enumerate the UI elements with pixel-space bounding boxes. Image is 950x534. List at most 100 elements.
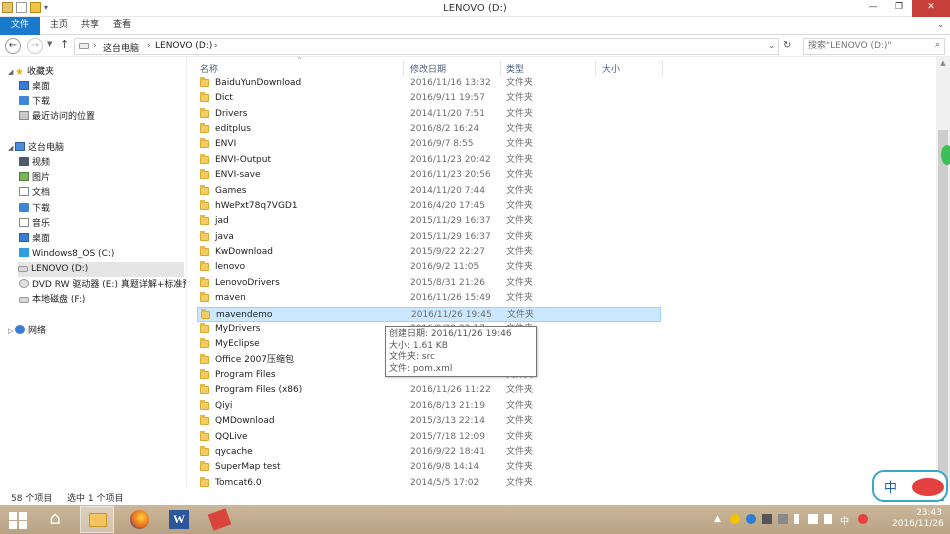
address-bar[interactable]: › 这台电脑 › LENOVO (D:) › ⌄ xyxy=(74,38,779,55)
network-icon xyxy=(15,325,25,334)
scrollbar-thumb[interactable] xyxy=(938,130,948,500)
battery-icon[interactable] xyxy=(794,514,799,524)
file-row[interactable]: editplus 2016/8/2 16:24 文件夹 xyxy=(197,122,661,137)
back-button[interactable]: ← xyxy=(5,38,21,54)
nav-fav-downloads[interactable]: 下载 xyxy=(19,95,50,110)
word-icon[interactable]: W xyxy=(164,506,194,533)
file-row[interactable]: QMDownload 2015/3/13 22:14 文件夹 xyxy=(197,414,661,429)
nav-this-pc[interactable]: 这台电脑 xyxy=(15,141,64,156)
nav-downloads[interactable]: 下载 xyxy=(19,202,50,217)
file-row[interactable]: KwDownload 2015/9/22 22:27 文件夹 xyxy=(197,245,661,260)
maximize-button[interactable]: ❐ xyxy=(886,0,912,17)
tab-share[interactable]: 共享 xyxy=(73,17,107,35)
file-row[interactable]: hWePxt78q7VGD1 2016/4/20 17:45 文件夹 xyxy=(197,199,661,214)
file-row[interactable]: ENVI-Output 2016/11/23 20:42 文件夹 xyxy=(197,153,661,168)
column-separator[interactable] xyxy=(595,60,596,76)
nav-videos[interactable]: 视频 xyxy=(19,156,50,171)
sogou-ime-icon[interactable] xyxy=(858,514,868,524)
column-name[interactable]: 名称 xyxy=(200,57,218,77)
file-date: 2015/7/18 12:09 xyxy=(410,431,485,442)
file-row[interactable]: LenovoDrivers 2015/8/31 21:26 文件夹 xyxy=(197,276,661,291)
network-status-icon[interactable] xyxy=(808,514,818,524)
vertical-scrollbar[interactable]: ▲ ▼ xyxy=(936,57,950,500)
ime-floating-badge[interactable]: 中 xyxy=(872,470,948,502)
tray-app-icon[interactable] xyxy=(746,514,756,524)
refresh-icon[interactable]: ↻ xyxy=(783,40,791,51)
file-row[interactable]: BaiduYunDownload 2016/11/16 13:32 文件夹 xyxy=(197,76,661,91)
file-name: hWePxt78q7VGD1 xyxy=(215,200,298,211)
file-row[interactable]: Tomcat6.0 2014/5/5 17:02 文件夹 xyxy=(197,476,661,487)
clock[interactable]: 23:43 2016/11/26 xyxy=(892,508,944,530)
file-row[interactable]: Dict 2016/9/11 19:57 文件夹 xyxy=(197,91,661,106)
search-input[interactable] xyxy=(804,39,922,53)
expand-network-icon[interactable]: ▷ xyxy=(8,327,13,335)
nav-network[interactable]: 网络 xyxy=(15,324,46,339)
column-size[interactable]: 大小 xyxy=(602,57,620,77)
folder-icon xyxy=(200,138,209,149)
folder-icon xyxy=(200,476,209,487)
nav-desktop[interactable]: 桌面 xyxy=(19,232,50,247)
tray-app-icon[interactable] xyxy=(778,514,788,524)
forward-button[interactable]: → xyxy=(27,38,43,54)
file-date: 2016/9/7 8:55 xyxy=(410,139,474,150)
recent-locations-dropdown[interactable]: ▼ xyxy=(47,40,52,48)
collapse-this-pc-icon[interactable]: ◢ xyxy=(8,144,13,152)
show-hidden-icons-icon[interactable]: ▲ xyxy=(714,514,721,524)
column-separator[interactable] xyxy=(500,60,501,76)
search-icon[interactable]: ⌕ xyxy=(935,40,940,50)
nav-drive-c[interactable]: Windows8_OS (C:) xyxy=(19,247,114,262)
app-icon[interactable] xyxy=(204,506,234,533)
nav-pictures[interactable]: 图片 xyxy=(19,171,50,186)
file-row[interactable]: ENVI 2016/9/7 8:55 文件夹 xyxy=(197,137,661,152)
nav-music[interactable]: 音乐 xyxy=(19,217,50,232)
breadcrumb-lenovo-d[interactable]: LENOVO (D:) xyxy=(155,41,212,51)
volume-icon[interactable] xyxy=(824,514,832,524)
file-row[interactable]: mavendemo 2016/11/26 19:45 文件夹 xyxy=(197,306,661,322)
file-row[interactable]: java 2015/11/29 16:37 文件夹 xyxy=(197,230,661,245)
file-row[interactable]: Drivers 2014/11/20 7:51 文件夹 xyxy=(197,107,661,122)
file-row[interactable]: Program Files (x86) 2016/11/26 11:22 文件夹 xyxy=(197,383,661,398)
file-row[interactable]: lenovo 2016/9/2 11:05 文件夹 xyxy=(197,260,661,275)
file-row[interactable]: SuperMap test 2016/9/8 14:14 文件夹 xyxy=(197,460,661,475)
column-type[interactable]: 类型 xyxy=(506,57,524,77)
ie-icon[interactable]: ⌂ xyxy=(40,506,70,533)
search-box[interactable]: ⌕ xyxy=(803,38,945,55)
file-row[interactable]: ENVI-save 2016/11/23 20:56 文件夹 xyxy=(197,168,661,183)
monitor-icon[interactable] xyxy=(762,514,772,524)
ime-indicator[interactable]: 中 xyxy=(840,514,849,527)
file-row[interactable]: maven 2016/11/26 15:49 文件夹 xyxy=(197,291,661,306)
tab-view[interactable]: 查看 xyxy=(105,17,139,35)
file-row[interactable]: qycache 2016/9/22 18:41 文件夹 xyxy=(197,445,661,460)
file-row[interactable]: Games 2014/11/20 7:44 文件夹 xyxy=(197,184,661,199)
nav-drive-f[interactable]: 本地磁盘 (F:) xyxy=(19,293,85,308)
collapse-favorites-icon[interactable]: ◢ xyxy=(8,68,13,76)
column-separator[interactable] xyxy=(662,60,663,76)
minimize-button[interactable]: — xyxy=(860,0,886,17)
nav-fav-desktop[interactable]: 桌面 xyxy=(19,80,50,95)
address-dropdown-icon[interactable]: ⌄ xyxy=(768,41,775,50)
file-explorer-icon[interactable] xyxy=(80,506,114,533)
column-date[interactable]: 修改日期 xyxy=(410,57,446,77)
file-row[interactable]: QQLive 2015/7/18 12:09 文件夹 xyxy=(197,430,661,445)
file-row[interactable]: jad 2015/11/29 16:37 文件夹 xyxy=(197,214,661,229)
nav-dvd-e[interactable]: DVD RW 驱动器 (E:) 真题详解+标准预 xyxy=(19,278,186,293)
tray-app-icon[interactable] xyxy=(730,514,740,524)
chevron-down-icon[interactable]: ⌄ xyxy=(937,20,944,29)
nav-fav-recent[interactable]: 最近访问的位置 xyxy=(19,110,95,125)
file-row[interactable]: Qiyi 2016/8/13 21:19 文件夹 xyxy=(197,399,661,414)
file-name: qycache xyxy=(215,446,253,457)
breadcrumb-this-pc[interactable]: 这台电脑 xyxy=(103,41,139,54)
scroll-up-icon[interactable]: ▲ xyxy=(936,59,950,67)
file-name: Drivers xyxy=(215,108,248,119)
firefox-icon[interactable] xyxy=(124,506,154,533)
start-icon[interactable] xyxy=(6,506,30,533)
close-button[interactable]: ✕ xyxy=(912,0,950,17)
nav-favorites[interactable]: ★ 收藏夹 xyxy=(15,65,54,80)
nav-documents[interactable]: 文档 xyxy=(19,186,50,201)
floating-plus-icon[interactable] xyxy=(941,145,950,165)
nav-drive-d[interactable]: LENOVO (D:) xyxy=(18,262,184,277)
column-separator[interactable] xyxy=(403,60,404,76)
tab-file[interactable]: 文件 xyxy=(0,17,40,35)
up-button[interactable]: ↑ xyxy=(60,38,69,51)
tab-home[interactable]: 主页 xyxy=(42,17,76,35)
